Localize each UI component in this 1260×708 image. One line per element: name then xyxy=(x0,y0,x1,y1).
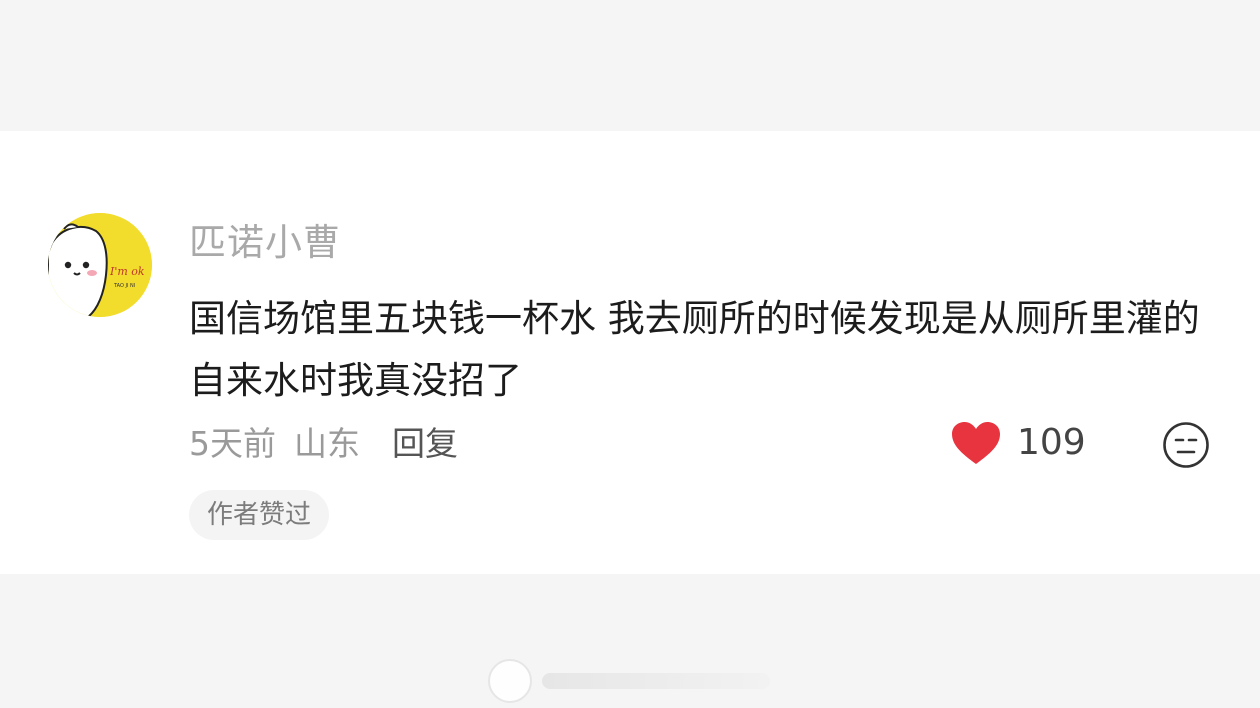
comment-location: 山东 xyxy=(294,424,360,463)
avatar-illustration: I'm ok TAO JI NI xyxy=(48,213,152,317)
username[interactable]: 匹诺小曹 xyxy=(189,221,341,265)
watermark-text-bar xyxy=(542,673,770,689)
reply-button[interactable]: 回复 xyxy=(392,423,458,465)
avatar[interactable]: I'm ok TAO JI NI xyxy=(48,213,152,317)
watermark-logo xyxy=(488,659,532,703)
avatar-text: I'm ok xyxy=(109,265,145,278)
avatar-subtext: TAO JI NI xyxy=(113,283,135,289)
comment-text: 国信场馆里五块钱一杯水 我去厕所的时候发现是从厕所里灌的自来水时我真没招了 xyxy=(189,297,1200,402)
comment-time: 5天前 xyxy=(189,424,276,463)
like-count: 109 xyxy=(1017,422,1086,463)
comment-meta: 5天前 山东 回复 xyxy=(189,423,458,465)
watermark xyxy=(488,658,770,704)
comment-card: I'm ok TAO JI NI 匹诺小曹 国信场馆里五块钱一杯水 我去厕所的时… xyxy=(0,131,1260,574)
heart-icon[interactable] xyxy=(951,421,1001,465)
like-button[interactable]: 109 xyxy=(951,421,1086,465)
neutral-face-icon[interactable] xyxy=(1162,421,1210,469)
author-liked-badge: 作者赞过 xyxy=(189,490,330,540)
